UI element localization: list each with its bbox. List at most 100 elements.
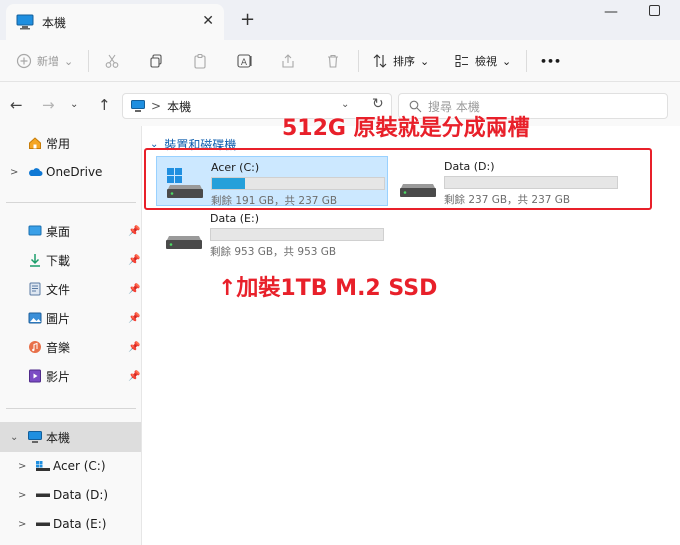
more-options-button[interactable]: ••• [540, 50, 561, 72]
rename-button[interactable]: A [236, 50, 254, 72]
drive-icon [166, 236, 202, 249]
pin-icon[interactable]: 📌 [128, 342, 140, 353]
trash-icon [328, 54, 338, 68]
this-pc-icon [16, 14, 34, 30]
chevron-down-icon: ⌄ [64, 54, 74, 68]
chevron-down-icon[interactable]: ⌄ [10, 432, 18, 443]
close-tab-icon[interactable]: ✕ [202, 13, 214, 29]
up-arrow-icon[interactable]: ↑ [98, 96, 111, 114]
sidebar-item-drive-e[interactable]: > Data (E:) [0, 509, 141, 539]
new-tab-button[interactable]: + [240, 9, 255, 30]
drive-free-space: 剩餘 953 GB，共 953 GB [210, 246, 337, 258]
forward-arrow-icon[interactable]: → [42, 96, 55, 114]
chevron-right-icon[interactable]: > [18, 490, 26, 501]
download-icon [30, 254, 40, 267]
address-dropdown-icon[interactable]: ⌄ [341, 99, 349, 110]
home-icon [29, 137, 41, 149]
drive-tile-e[interactable]: Data (E:) 剩餘 953 GB，共 953 GB [156, 208, 388, 258]
pin-icon[interactable]: 📌 [128, 284, 140, 295]
drive-icon [36, 522, 50, 526]
view-label: 檢視 [475, 55, 497, 68]
breadcrumb-separator: > [151, 99, 162, 113]
sidebar-item-label: 文件 [46, 282, 71, 297]
sidebar-item-label: Data (E:) [53, 517, 107, 531]
clipboard-icon [194, 53, 206, 69]
maximize-button[interactable] [649, 5, 660, 16]
copy-button[interactable] [148, 50, 164, 72]
copy-icon [150, 54, 162, 68]
sidebar-item-this-pc[interactable]: ⌄ 本機 [0, 422, 141, 452]
sidebar-item-label: 圖片 [46, 311, 71, 326]
sidebar-item-pictures[interactable]: 圖片 📌 [0, 303, 141, 333]
desktop-icon [28, 225, 42, 236]
share-button[interactable] [280, 50, 296, 72]
cut-button[interactable] [104, 50, 120, 72]
drive-name: Data (E:) [210, 212, 260, 225]
toolbar-divider [358, 50, 359, 72]
navigation-pane: 常用 > OneDrive 桌面 📌 下載 📌 文件 📌 圖片 📌 音樂 📌 影… [0, 126, 142, 545]
tab-title: 本機 [42, 15, 67, 30]
toolbar-divider [526, 50, 527, 72]
sort-icon [373, 54, 387, 68]
rename-icon: A [237, 54, 252, 68]
chevron-right-icon[interactable]: > [18, 461, 26, 472]
tab-this-pc[interactable]: 本機 ✕ [6, 4, 224, 40]
svg-text:A: A [241, 58, 248, 68]
new-label: 新增 [37, 55, 59, 68]
sidebar-divider [6, 202, 136, 203]
chevron-right-icon[interactable]: > [18, 519, 26, 530]
delete-button[interactable] [325, 50, 341, 72]
sidebar-item-downloads[interactable]: 下載 📌 [0, 245, 141, 275]
sidebar-item-drive-c[interactable]: > Acer (C:) [0, 451, 141, 481]
plus-circle-icon [16, 53, 32, 69]
toolbar-divider [88, 50, 89, 72]
annotation-highlight-box [144, 148, 652, 210]
new-button[interactable]: 新增 ⌄ [16, 50, 73, 72]
document-icon [29, 282, 41, 296]
cloud-icon [29, 168, 43, 176]
sidebar-item-label: 常用 [46, 136, 71, 151]
sidebar-item-home[interactable]: 常用 [0, 128, 141, 158]
view-icon [455, 55, 468, 67]
pin-icon[interactable]: 📌 [128, 226, 140, 237]
sidebar-item-music[interactable]: 音樂 📌 [0, 332, 141, 362]
chevron-right-icon[interactable]: > [10, 167, 18, 178]
windows-drive-icon [36, 461, 50, 471]
back-arrow-icon[interactable]: ← [10, 96, 23, 114]
pin-icon[interactable]: 📌 [128, 313, 140, 324]
sidebar-item-label: 下載 [46, 253, 71, 268]
music-icon [29, 341, 41, 353]
annotation-original-partition: 512G 原裝就是分成兩槽 [282, 116, 530, 141]
command-bar: 新增 ⌄ A 排序 ⌄ 檢視 ⌄ ••• [0, 40, 680, 82]
pin-icon[interactable]: 📌 [128, 255, 140, 266]
sidebar-item-documents[interactable]: 文件 📌 [0, 274, 141, 304]
breadcrumb-this-pc[interactable]: 本機 [167, 98, 191, 115]
pin-icon[interactable]: 📌 [128, 371, 140, 382]
chevron-down-icon: ⌄ [502, 54, 512, 68]
recent-chevron-icon[interactable]: ⌄ [70, 99, 78, 110]
sort-button[interactable]: 排序 ⌄ [372, 50, 429, 72]
sidebar-item-label: Acer (C:) [53, 459, 106, 473]
sidebar-item-onedrive[interactable]: > OneDrive [0, 157, 141, 187]
videos-icon [29, 369, 41, 383]
share-icon [282, 54, 294, 68]
sidebar-item-label: Data (D:) [53, 488, 109, 502]
paste-button[interactable] [192, 50, 208, 72]
this-pc-icon [28, 431, 42, 443]
drive-usage-bar [210, 228, 384, 241]
minimize-button[interactable]: — [604, 4, 618, 20]
annotation-added-ssd: ↑加裝1TB M.2 SSD [218, 276, 438, 301]
sidebar-item-videos[interactable]: 影片 📌 [0, 361, 141, 391]
sidebar-divider [6, 408, 136, 409]
this-pc-icon [131, 99, 145, 112]
drive-icon [36, 493, 50, 497]
sidebar-item-label: 影片 [46, 369, 71, 384]
sidebar-item-label: 桌面 [46, 224, 71, 239]
sidebar-item-desktop[interactable]: 桌面 📌 [0, 216, 141, 246]
scissors-icon [105, 54, 119, 68]
chevron-down-icon: ⌄ [420, 54, 430, 68]
sidebar-item-label: OneDrive [46, 165, 103, 179]
sidebar-item-label: 音樂 [46, 340, 71, 355]
view-button[interactable]: 檢視 ⌄ [454, 50, 511, 72]
sidebar-item-drive-d[interactable]: > Data (D:) [0, 480, 141, 510]
